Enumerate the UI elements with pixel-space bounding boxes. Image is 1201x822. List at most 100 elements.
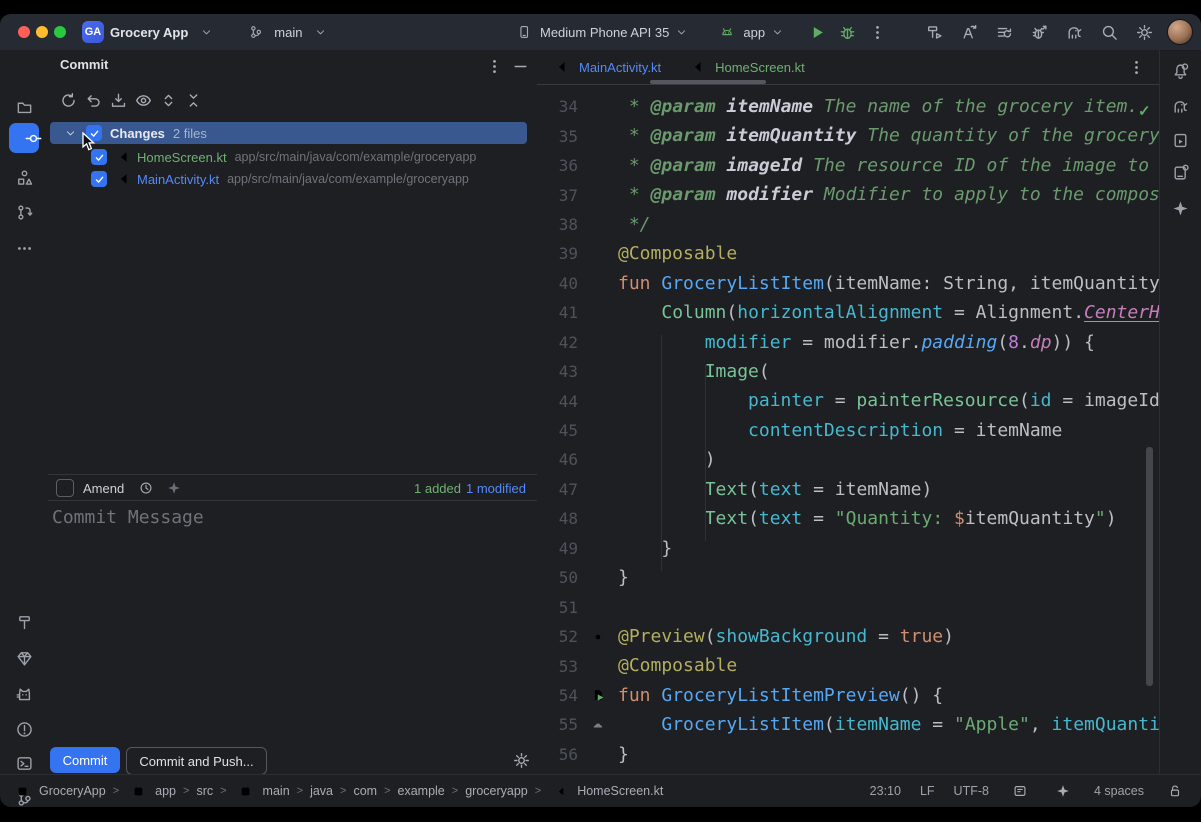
commit-options-gear-icon[interactable] (509, 748, 533, 772)
reader-mode-icon[interactable] (1008, 779, 1032, 803)
line-number[interactable]: 35 (537, 127, 578, 146)
line-number[interactable]: 38 (537, 215, 578, 234)
notifications-bell-icon[interactable] (1168, 59, 1192, 83)
maximize-window-button[interactable] (54, 26, 66, 38)
editor-tab-mainactivity-kt[interactable]: MainActivity.kt (537, 50, 673, 84)
hide-panel-icon[interactable] (508, 54, 532, 78)
line-number[interactable]: 53 (537, 657, 578, 676)
changed-file-row[interactable]: HomeScreen.ktapp/src/main/java/com/examp… (48, 146, 537, 168)
collapse-all-icon[interactable] (181, 88, 205, 112)
ai-sparkle-icon[interactable] (1051, 779, 1075, 803)
compose-preview-icon[interactable] (586, 713, 610, 737)
run-preview-icon[interactable] (586, 683, 610, 707)
line-number[interactable]: 43 (537, 362, 578, 381)
changes-group-row[interactable]: Changes 2 files (50, 122, 527, 144)
line-number[interactable]: 40 (537, 274, 578, 293)
line-number[interactable]: 42 (537, 333, 578, 352)
commit-tool-button[interactable] (9, 123, 39, 153)
gutter[interactable] (578, 625, 618, 649)
amend-checkbox[interactable] (56, 479, 74, 497)
apply-changes-icon[interactable] (957, 20, 981, 44)
running-devices-tool-button[interactable] (1168, 128, 1192, 152)
gradle-sync-icon[interactable] (1062, 20, 1086, 44)
breadcrumb-item[interactable]: app (126, 779, 176, 803)
editor-options-icon[interactable] (1124, 55, 1148, 79)
breadcrumb-item[interactable]: main (234, 779, 290, 803)
build-tool-button[interactable] (12, 610, 36, 634)
preview-settings-icon[interactable] (586, 625, 610, 649)
commit-message-input[interactable]: Commit Message (52, 507, 204, 528)
chevron-down-icon[interactable] (58, 121, 82, 145)
tab-scrollbar-thumb[interactable] (650, 80, 766, 84)
problems-tool-button[interactable] (12, 717, 36, 741)
close-window-button[interactable] (18, 26, 30, 38)
line-number[interactable]: 39 (537, 244, 578, 263)
debug-button[interactable] (835, 20, 859, 44)
search-everywhere-icon[interactable] (1097, 20, 1121, 44)
breadcrumb-item[interactable]: groceryapp (465, 784, 528, 798)
more-tools-button[interactable] (12, 236, 36, 260)
attach-debugger-icon[interactable] (1027, 20, 1051, 44)
ai-sparkle-icon[interactable] (162, 476, 186, 500)
build-run-icon[interactable] (922, 20, 946, 44)
code-area[interactable]: 34 * @param itemName The name of the gro… (537, 85, 1160, 775)
close-tab-icon[interactable] (815, 55, 839, 79)
breadcrumb-item[interactable]: HomeScreen.kt (548, 779, 663, 803)
editor-tab-homescreen-kt[interactable]: HomeScreen.kt (673, 50, 851, 84)
commit-button[interactable]: Commit (50, 747, 120, 773)
line-number[interactable]: 54 (537, 686, 578, 705)
logcat-tool-button[interactable] (12, 682, 36, 706)
project-tool-button[interactable] (12, 95, 36, 119)
line-separator-widget[interactable]: LF (920, 784, 935, 798)
gemini-tool-button[interactable] (1168, 196, 1192, 220)
line-number[interactable]: 51 (537, 598, 578, 617)
cursor-position-widget[interactable]: 23:10 (870, 784, 901, 798)
gradle-tool-button[interactable] (1168, 94, 1192, 118)
line-number[interactable]: 56 (537, 745, 578, 764)
line-number[interactable]: 45 (537, 421, 578, 440)
run-button[interactable] (805, 20, 829, 44)
refresh-changes-icon[interactable] (56, 88, 80, 112)
line-number[interactable]: 46 (537, 450, 578, 469)
lock-open-icon[interactable] (1163, 779, 1187, 803)
view-options-icon[interactable] (131, 88, 155, 112)
line-number[interactable]: 50 (537, 568, 578, 587)
branch-selector[interactable]: main (274, 25, 302, 40)
commit-and-push-button[interactable]: Commit and Push... (126, 747, 267, 775)
project-selector[interactable]: Grocery App (110, 25, 188, 40)
editor-area[interactable]: MainActivity.ktHomeScreen.kt 34 * @param… (537, 50, 1160, 775)
changed-file-row[interactable]: MainActivity.ktapp/src/main/java/com/exa… (48, 168, 537, 190)
line-number[interactable]: 48 (537, 509, 578, 528)
line-number[interactable]: 55 (537, 715, 578, 734)
inspection-ok-icon[interactable]: ✓ (1138, 102, 1151, 120)
breadcrumb-item[interactable]: com (353, 784, 377, 798)
encoding-widget[interactable]: UTF-8 (954, 784, 989, 798)
breadcrumb-item[interactable]: java (310, 784, 333, 798)
minimize-window-button[interactable] (36, 26, 48, 38)
line-number[interactable]: 44 (537, 392, 578, 411)
line-number[interactable]: 52 (537, 627, 578, 646)
line-number[interactable]: 49 (537, 539, 578, 558)
breadcrumb-item[interactable]: src (196, 784, 213, 798)
editor-scrollbar[interactable] (1146, 447, 1153, 686)
app-quality-insights-button[interactable] (12, 646, 36, 670)
build-variants-sync-icon[interactable] (992, 20, 1016, 44)
gutter[interactable] (578, 713, 618, 737)
device-selector[interactable]: Medium Phone API 35 (540, 25, 669, 40)
settings-icon[interactable] (1132, 20, 1156, 44)
commit-history-icon[interactable] (134, 476, 158, 500)
terminal-tool-button[interactable] (12, 751, 36, 775)
more-run-options-button[interactable] (865, 20, 889, 44)
line-number[interactable]: 47 (537, 480, 578, 499)
line-number[interactable]: 34 (537, 97, 578, 116)
line-number[interactable]: 41 (537, 303, 578, 322)
line-number[interactable]: 37 (537, 186, 578, 205)
device-manager-tool-button[interactable] (1168, 160, 1192, 184)
rollback-icon[interactable] (81, 88, 105, 112)
run-configuration-selector[interactable]: app (743, 25, 765, 40)
line-number[interactable]: 36 (537, 156, 578, 175)
shelve-icon[interactable] (106, 88, 130, 112)
user-avatar[interactable] (1167, 19, 1193, 45)
pull-requests-tool-button[interactable] (12, 200, 36, 224)
expand-all-icon[interactable] (156, 88, 180, 112)
